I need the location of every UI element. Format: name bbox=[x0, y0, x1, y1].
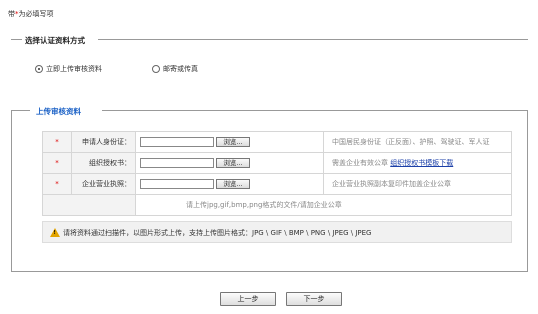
table-row: * 组织授权书： 浏览... 需盖企业有效公章 组织授权书模板下载 bbox=[42, 152, 512, 174]
radio-option-mail-label: 邮寄或传真 bbox=[163, 65, 198, 73]
id-card-upload: 浏览... bbox=[135, 131, 324, 153]
required-star: * bbox=[42, 173, 72, 195]
authorization-browse-button[interactable]: 浏览... bbox=[216, 158, 250, 168]
authorization-desc: 需盖企业有效公章 组织授权书模板下载 bbox=[323, 152, 512, 174]
id-card-file-input[interactable] bbox=[140, 137, 214, 147]
table-row: * 申请人身份证： 浏览... 中国居民身份证（正反面）、护照、驾驶证、军人证 bbox=[42, 131, 512, 153]
id-card-browse-button[interactable]: 浏览... bbox=[216, 137, 250, 147]
radio-option-upload[interactable]: 立即上传审核资料 bbox=[35, 64, 102, 74]
next-step-button[interactable]: 下一步 bbox=[286, 292, 342, 306]
upload-legend: 上传审核资料 bbox=[36, 107, 81, 116]
required-note-suffix: 为必填写项 bbox=[18, 10, 54, 18]
business-license-browse-button[interactable]: 浏览... bbox=[216, 179, 250, 189]
business-license-desc: 企业营业执照副本复印件加盖企业公章 bbox=[323, 173, 512, 195]
required-note-prefix: 带 bbox=[8, 10, 15, 18]
authorization-upload: 浏览... bbox=[135, 152, 324, 174]
divider-right bbox=[98, 39, 528, 40]
id-card-desc: 中国居民身份证（正反面）、护照、驾驶证、军人证 bbox=[323, 131, 512, 153]
fieldset-top-border-left bbox=[11, 110, 30, 111]
business-license-label: 企业营业执照： bbox=[71, 173, 136, 195]
upload-form-table: * 申请人身份证： 浏览... 中国居民身份证（正反面）、护照、驾驶证、军人证 … bbox=[42, 131, 512, 216]
business-license-file-input[interactable] bbox=[140, 179, 214, 189]
divider-left bbox=[11, 39, 22, 40]
authorization-label: 组织授权书： bbox=[71, 152, 136, 174]
radio-checked-icon[interactable] bbox=[35, 65, 43, 73]
id-card-label: 申请人身份证： bbox=[71, 131, 136, 153]
warning-icon-mark: ! bbox=[53, 230, 56, 236]
required-note: 带*为必填写项 bbox=[8, 9, 54, 19]
radio-option-upload-label: 立即上传审核资料 bbox=[46, 65, 102, 73]
required-star: * bbox=[42, 152, 72, 174]
authorization-file-input[interactable] bbox=[140, 158, 214, 168]
radio-option-mail[interactable]: 邮寄或传真 bbox=[152, 64, 198, 74]
table-row: * 企业营业执照： 浏览... 企业营业执照副本复印件加盖企业公章 bbox=[42, 173, 512, 195]
radio-unchecked-icon[interactable] bbox=[152, 65, 160, 73]
id-card-desc-text: 中国居民身份证（正反面）、护照、驾驶证、军人证 bbox=[332, 138, 490, 146]
upload-warning-box: ! 请将资料通过扫描件，以图片形式上传，支持上传图片格式：JPG \ GIF \… bbox=[42, 221, 512, 243]
business-license-upload: 浏览... bbox=[135, 173, 324, 195]
file-format-hint: 请上传jpg,gif,bmp,png格式的文件/请加企业公章 bbox=[135, 194, 512, 216]
required-star: * bbox=[42, 131, 72, 153]
authorization-desc-text: 需盖企业有效公章 bbox=[332, 159, 388, 167]
prev-step-button[interactable]: 上一步 bbox=[220, 292, 276, 306]
hint-spacer bbox=[42, 194, 136, 216]
method-section-title: 选择认证资料方式 bbox=[25, 36, 85, 45]
authorization-template-download-link[interactable]: 组织授权书模板下载 bbox=[390, 159, 453, 167]
upload-warning-text: 请将资料通过扫描件，以图片形式上传，支持上传图片格式：JPG \ GIF \ B… bbox=[63, 229, 372, 237]
business-license-desc-text: 企业营业执照副本复印件加盖企业公章 bbox=[332, 180, 451, 188]
table-row: 请上传jpg,gif,bmp,png格式的文件/请加企业公章 bbox=[42, 194, 512, 216]
fieldset-top-border-right bbox=[102, 110, 528, 111]
